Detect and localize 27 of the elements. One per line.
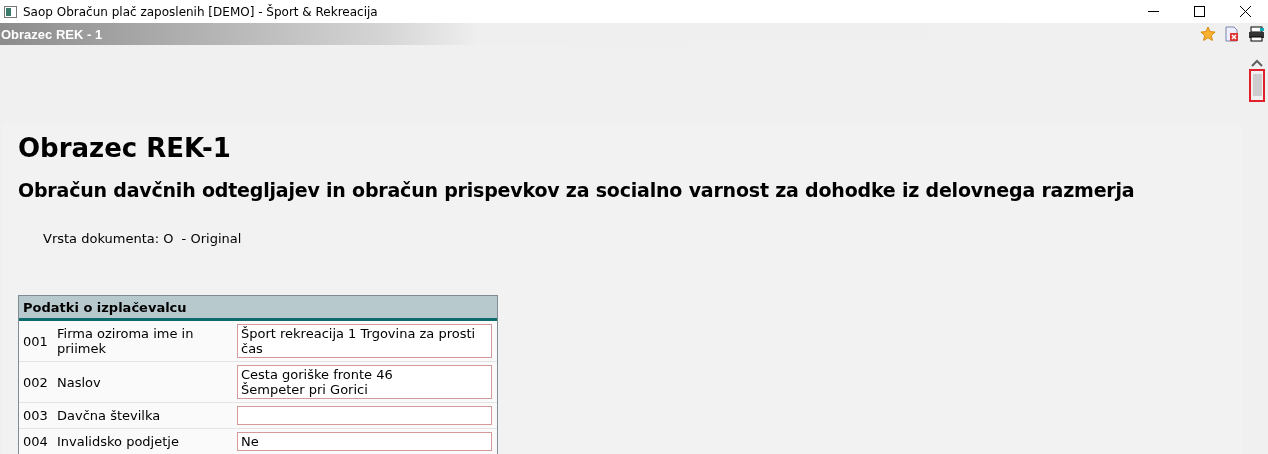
field-value[interactable]: Cesta goriške fronte 46 Šempeter pri Gorici: [237, 365, 492, 399]
field-code: 004: [23, 434, 49, 449]
window-title: Saop Obračun plač zaposlenih [DEMO] - Šport & Rekreacija: [23, 4, 378, 19]
field-label: Firma oziroma ime in priimek: [57, 326, 195, 356]
field-code: 003: [23, 408, 49, 423]
field-value[interactable]: Ne: [237, 432, 492, 451]
table-heading: Podatki o izplačevalcu: [19, 296, 497, 321]
field-value[interactable]: Šport rekreacija 1 Trgovina za prosti čas: [237, 324, 492, 358]
form-header: Obrazec REK - 1: [0, 26, 103, 42]
field-label: Invalidsko podjetje: [57, 434, 180, 449]
document-type-label: Vrsta dokumenta:: [43, 231, 160, 246]
close-icon[interactable]: [1239, 6, 1251, 17]
document-subtitle: Obračun davčnih odtegljajev in obračun prispevkov za socialno varnost za dohodke iz delovnega razmerja: [18, 179, 1136, 201]
document-title: Obrazec REK-1: [18, 133, 232, 163]
app-icon: [4, 5, 17, 18]
field-code: 002: [23, 374, 49, 390]
document-type-value: O - Original: [163, 231, 242, 246]
printer-icon[interactable]: [1248, 26, 1265, 42]
field-code: 001: [23, 333, 49, 349]
scroll-up-icon[interactable]: [1251, 59, 1263, 67]
field-label: Davčna številka: [57, 408, 162, 423]
scroll-thumb[interactable]: [1249, 69, 1265, 102]
field-label: Naslov: [57, 374, 102, 390]
favorite-star-icon[interactable]: [1200, 26, 1216, 42]
field-value[interactable]: [237, 406, 492, 425]
close-document-icon[interactable]: [1225, 26, 1239, 42]
maximize-icon[interactable]: [1193, 6, 1205, 17]
